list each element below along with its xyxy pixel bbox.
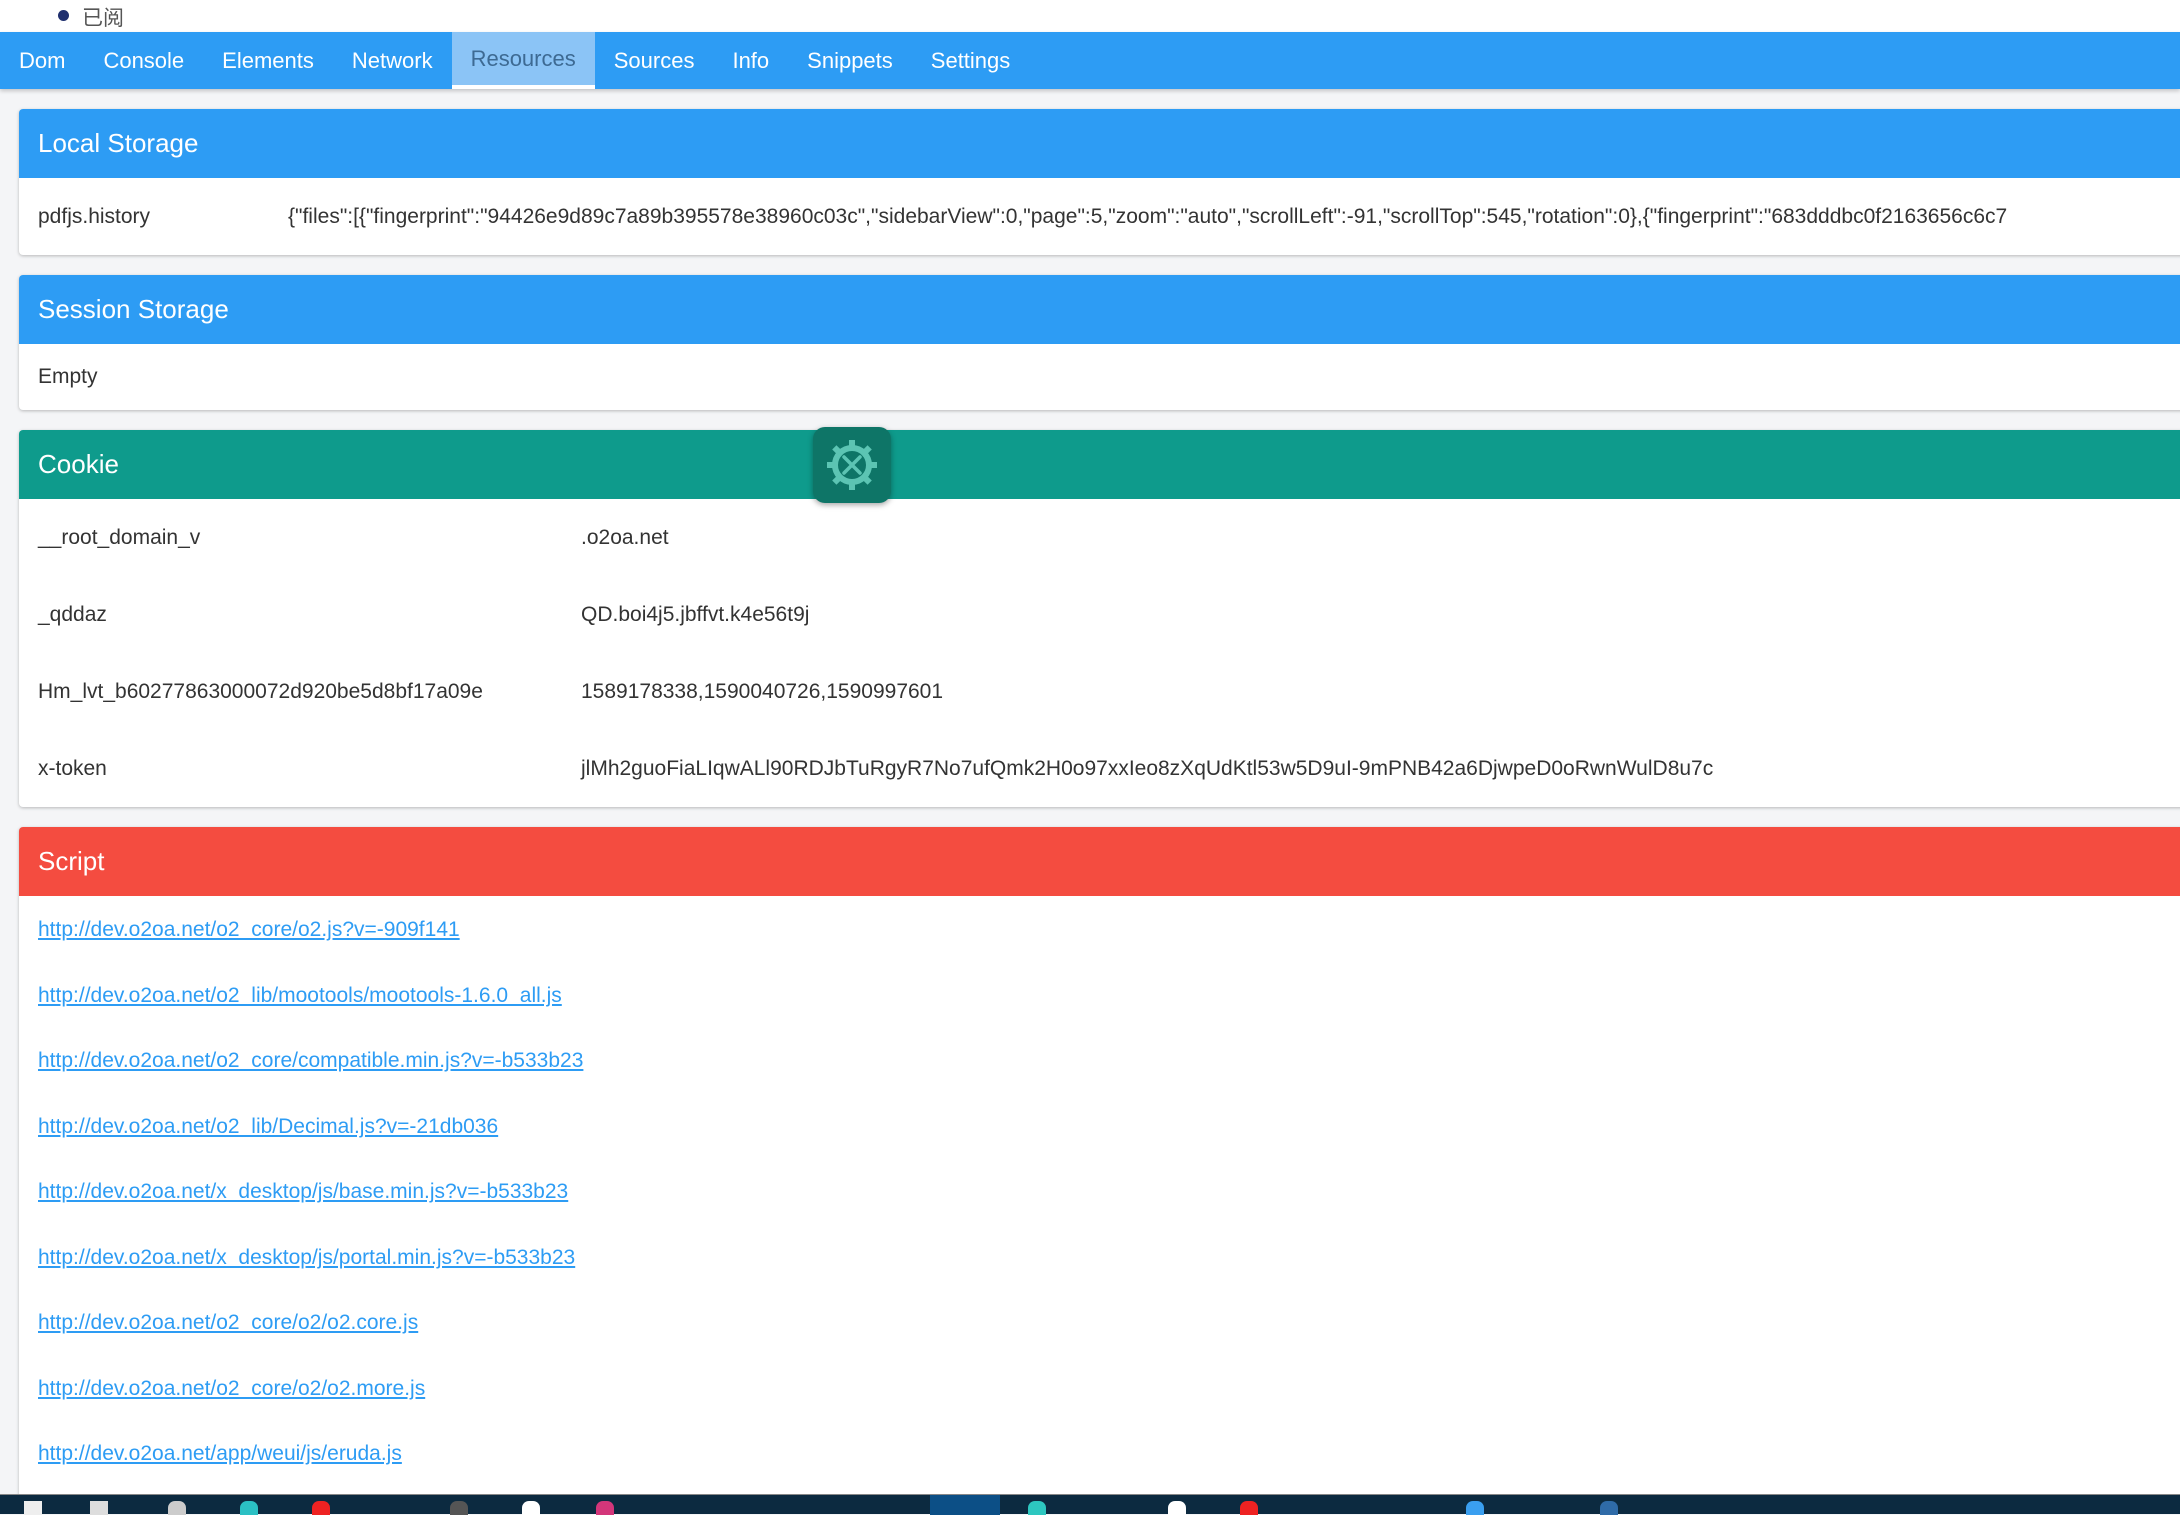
app-icon[interactable]	[596, 1501, 614, 1515]
app-icon[interactable]	[450, 1501, 468, 1515]
app-icon[interactable]	[1028, 1501, 1046, 1515]
os-taskbar	[0, 1494, 2180, 1515]
cookie-value: .o2oa.net	[581, 526, 669, 549]
tools-gear-icon	[827, 440, 877, 490]
cookie-key: x-token	[38, 757, 107, 780]
app-icon[interactable]	[168, 1501, 186, 1515]
app-icon[interactable]	[1168, 1501, 1186, 1515]
local-storage-panel: Local Storage pdfjs.history {"files":[{"…	[19, 109, 2180, 255]
script-link[interactable]: http://dev.o2oa.net/app/weui/js/eruda.js	[38, 1432, 2180, 1498]
cookie-key: _qddaz	[38, 603, 107, 626]
session-storage-title[interactable]: Session Storage	[19, 275, 2180, 344]
storage-value: {"files":[{"fingerprint":"94426e9d89c7a8…	[288, 205, 2008, 228]
app-icon[interactable]	[1466, 1501, 1484, 1515]
active-app-icon[interactable]	[930, 1495, 1000, 1515]
cookie-row[interactable]: __root_domain_v .o2oa.net	[19, 499, 2180, 576]
cookie-value: 1589178338,1590040726,1590997601	[581, 680, 944, 703]
storage-key: pdfjs.history	[38, 205, 151, 228]
task-view-icon[interactable]	[90, 1501, 108, 1515]
script-link[interactable]: http://dev.o2oa.net/o2_core/compatible.m…	[38, 1039, 2180, 1105]
tab-network[interactable]: Network	[333, 32, 452, 89]
script-link[interactable]: http://dev.o2oa.net/o2_core/o2/o2.core.j…	[38, 1301, 2180, 1367]
cookie-key: Hm_lvt_b60277863000072d920be5d8bf17a09e	[38, 680, 483, 703]
script-title[interactable]: Script	[19, 827, 2180, 896]
devtools-tab-bar: Dom Console Elements Network Resources S…	[0, 32, 2180, 89]
app-icon[interactable]	[240, 1501, 258, 1515]
storage-row[interactable]: pdfjs.history {"files":[{"fingerprint":"…	[19, 178, 2180, 255]
script-link[interactable]: http://dev.o2oa.net/o2_lib/Decimal.js?v=…	[38, 1105, 2180, 1171]
app-icon[interactable]	[522, 1501, 540, 1515]
app-icon[interactable]	[1240, 1501, 1258, 1515]
cookie-value: QD.boi4j5.jbffvt.k4e56t9j	[581, 603, 810, 626]
cookie-value: jlMh2guoFiaLIqwALl90RDJbTuRgyR7No7ufQmk2…	[581, 757, 1714, 780]
cookie-key: __root_domain_v	[38, 526, 201, 549]
cookie-row[interactable]: x-token jlMh2guoFiaLIqwALl90RDJbTuRgyR7No…	[19, 730, 2180, 807]
session-storage-panel: Session Storage Empty	[19, 275, 2180, 410]
cookie-row[interactable]: Hm_lvt_b60277863000072d920be5d8bf17a09e 1…	[19, 653, 2180, 730]
script-link[interactable]: http://dev.o2oa.net/o2_lib/mootools/moot…	[38, 974, 2180, 1040]
script-link[interactable]: http://dev.o2oa.net/x_desktop/js/base.mi…	[38, 1170, 2180, 1236]
cookie-panel: Cookie __root_domain_v .o2oa.net _qddaz QD…	[19, 430, 2180, 807]
empty-message: Empty	[38, 365, 98, 388]
top-list-item: 已阅	[0, 0, 2180, 32]
script-link[interactable]: http://dev.o2oa.net/o2_core/o2/o2.more.j…	[38, 1367, 2180, 1433]
app-icon[interactable]	[312, 1501, 330, 1515]
script-link[interactable]: http://dev.o2oa.net/o2_core/o2.js?v=-909…	[38, 908, 2180, 974]
app-icon[interactable]	[1600, 1501, 1618, 1515]
list-item-text: 已阅	[82, 7, 124, 30]
tab-sources[interactable]: Sources	[595, 32, 714, 89]
eruda-entry-button[interactable]	[813, 427, 891, 503]
local-storage-title[interactable]: Local Storage	[19, 109, 2180, 178]
tab-resources[interactable]: Resources	[451, 32, 595, 89]
script-link[interactable]: http://dev.o2oa.net/x_desktop/js/portal.…	[38, 1236, 2180, 1302]
tab-elements[interactable]: Elements	[203, 32, 333, 89]
cookie-row[interactable]: _qddaz QD.boi4j5.jbffvt.k4e56t9j	[19, 576, 2180, 653]
tab-console[interactable]: Console	[84, 32, 203, 89]
tab-dom[interactable]: Dom	[0, 32, 84, 89]
start-icon[interactable]	[24, 1501, 42, 1515]
bullet-icon	[58, 10, 69, 21]
tab-snippets[interactable]: Snippets	[788, 32, 912, 89]
tab-settings[interactable]: Settings	[912, 32, 1030, 89]
cookie-title[interactable]: Cookie	[19, 430, 2180, 499]
script-panel: Script http://dev.o2oa.net/o2_core/o2.js…	[19, 827, 2180, 1507]
tab-info[interactable]: Info	[713, 32, 788, 89]
